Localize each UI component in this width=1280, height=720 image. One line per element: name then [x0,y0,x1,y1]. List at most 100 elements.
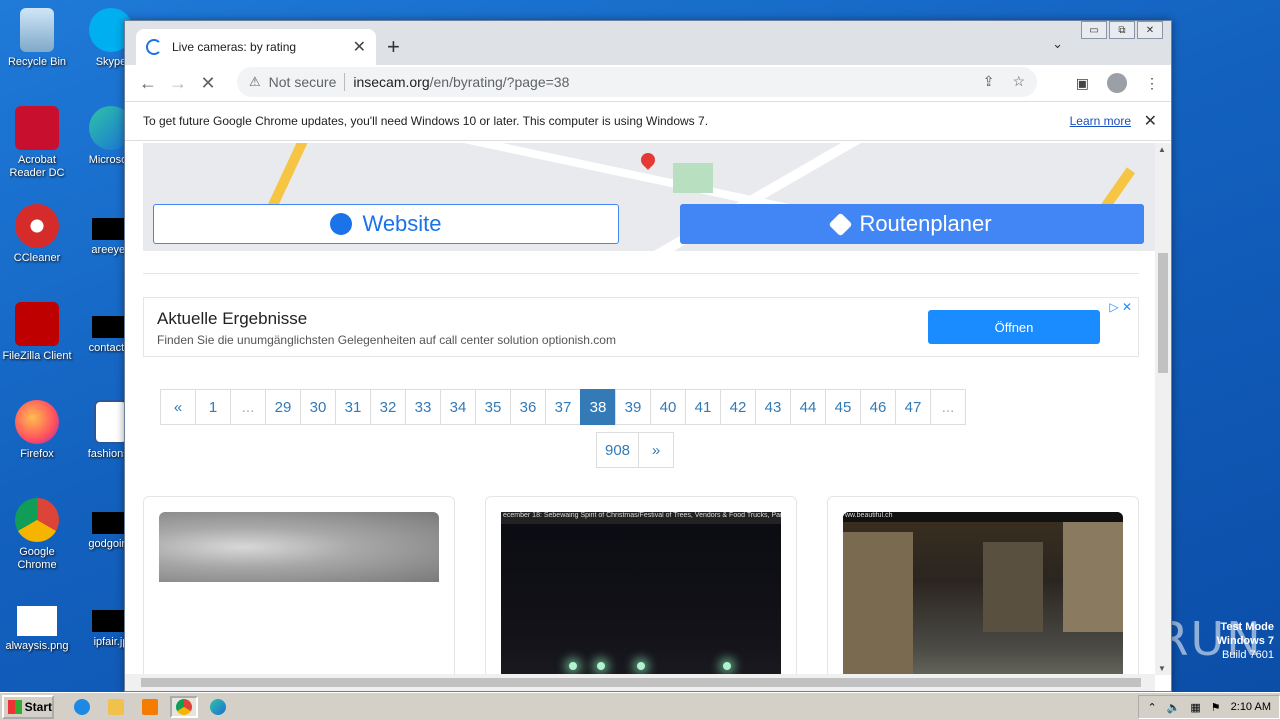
minimize-button[interactable]: ▭ [1081,21,1107,39]
page-link-46[interactable]: 46 [860,389,896,425]
bookmark-star-icon[interactable]: ☆ [1012,73,1025,90]
taskbar-explorer[interactable] [102,696,130,718]
desktop-icon-recycle-bin[interactable]: Recycle Bin [0,8,74,69]
page-link-41[interactable]: 41 [685,389,721,425]
desktop-icon-label: Google Chrome [17,546,57,571]
side-panel-icon[interactable]: ▣ [1076,75,1089,92]
page-link-29[interactable]: 29 [265,389,301,425]
url-path: /en/byrating/?page=38 [429,74,570,90]
directions-icon [828,211,853,237]
infobar-close-icon[interactable]: ✕ [1144,111,1157,131]
network-icon[interactable]: ▦ [1190,701,1200,714]
tray-expand-icon[interactable]: ⌃ [1147,701,1156,714]
route-planner-label: Routenplaner [859,211,992,236]
pagination-next-link[interactable]: » [638,432,675,468]
taskbar-edge[interactable] [204,696,232,718]
camera-thumbnail[interactable]: ecember 18: Sebewaing Spirit of Christma… [501,512,781,675]
scrollbar-thumb[interactable] [1158,253,1168,373]
website-button-label: Website [362,211,442,236]
page-link-44[interactable]: 44 [790,389,826,425]
volume-icon[interactable]: 🔈 [1167,701,1181,714]
map-road [266,143,310,212]
desktop-icon-ccleaner[interactable]: CCleaner [0,204,74,265]
new-tab-button[interactable]: + [387,34,400,60]
forward-button[interactable]: → [163,68,193,98]
camera-caption: ecember 18: Sebewaing Spirit of Christma… [501,512,781,524]
page-link-47[interactable]: 47 [895,389,931,425]
building-shape [843,532,913,675]
scrollbar-thumb[interactable] [141,678,1141,687]
adchoices-icon[interactable]: ▷ ✕ [1109,300,1132,314]
vertical-scrollbar[interactable]: ▲ ▼ [1155,143,1171,675]
not-secure-label[interactable]: Not secure [269,74,337,90]
taskbar-ie[interactable] [68,696,96,718]
map-pin-icon[interactable] [638,150,658,170]
omnibox-actions: ⇪ ☆ [983,73,1025,90]
desktop-icon-alwaysis[interactable]: alwaysis.png [0,596,74,653]
page-link-45[interactable]: 45 [825,389,861,425]
taskbar: Start ⌃ 🔈 ▦ ⚑ 2:10 AM [0,692,1280,720]
page-link-30[interactable]: 30 [300,389,336,425]
page-link-908[interactable]: 908 [596,432,640,468]
page-link-37[interactable]: 37 [545,389,581,425]
desktop-icon-chrome[interactable]: Google Chrome [0,498,74,572]
scroll-down-icon[interactable]: ▼ [1158,664,1166,673]
page-link-36[interactable]: 36 [510,389,546,425]
action-center-flag-icon[interactable]: ⚑ [1211,701,1221,714]
clock[interactable]: 2:10 AM [1231,701,1271,713]
stop-loading-button[interactable]: ✕ [193,68,223,98]
route-planner-button[interactable]: Routenplaner [680,204,1144,244]
camera-card[interactable]: ecember 18: Sebewaing Spirit of Christma… [485,496,797,675]
share-icon[interactable]: ⇪ [983,73,995,90]
address-bar[interactable]: ⚠ Not secure insecam.org/en/byrating/?pa… [237,67,1037,97]
map-park [673,163,713,193]
profile-avatar-icon[interactable] [1107,73,1127,93]
tab-close-icon[interactable]: ✕ [353,37,366,57]
page-link-35[interactable]: 35 [475,389,511,425]
media-player-icon [142,698,158,715]
page-link-32[interactable]: 32 [370,389,406,425]
page-link-42[interactable]: 42 [720,389,756,425]
desktop-icon-label: Firefox [20,448,54,460]
close-window-button[interactable]: ✕ [1137,21,1163,39]
page-viewport: Website Routenplaner Aktuelle Ergebnisse… [125,143,1155,675]
camera-thumbnail[interactable]: ww.beautiful.ch [843,512,1123,675]
restore-button[interactable]: ⧉ [1109,21,1135,39]
light-glow [597,662,605,670]
page-link-33[interactable]: 33 [405,389,441,425]
ad-headline[interactable]: Aktuelle Ergebnisse [157,309,307,329]
word-document-icon [94,400,128,444]
tab-live-cameras[interactable]: Live cameras: by rating ✕ [136,29,376,65]
taskbar-media-player[interactable] [136,696,164,718]
desktop-icon-firefox[interactable]: Firefox [0,400,74,461]
start-button[interactable]: Start [2,694,54,719]
scroll-up-icon[interactable]: ▲ [1158,145,1166,154]
camera-thumbnail[interactable] [159,512,439,582]
menu-kebab-icon[interactable]: ⋮ [1145,75,1159,92]
camera-card[interactable] [143,496,455,675]
desktop-icon-acrobat[interactable]: Acrobat Reader DC [0,106,74,180]
page-link-31[interactable]: 31 [335,389,371,425]
ad-open-button[interactable]: Öffnen [928,310,1100,344]
desktop-icon-label: Recycle Bin [7,56,67,68]
camera-card[interactable]: ww.beautiful.ch [827,496,1139,675]
page-link-1[interactable]: 1 [195,389,231,425]
tab-search-icon[interactable]: ⌄ [1052,36,1063,52]
page-link-40[interactable]: 40 [650,389,686,425]
ad-banner[interactable]: Aktuelle Ergebnisse Finden Sie die unumg… [143,297,1139,357]
firefox-icon [15,400,59,444]
toolbar: ← → ✕ ⚠ Not secure insecam.org/en/byrati… [125,65,1171,101]
learn-more-link[interactable]: Learn more [1070,114,1131,128]
pagination-prev-link[interactable]: « [160,389,196,425]
page-link-34[interactable]: 34 [440,389,476,425]
website-button[interactable]: Website [153,204,619,244]
page-link-active[interactable]: 38 [580,389,616,425]
start-label: Start [24,699,52,714]
horizontal-scrollbar[interactable] [125,674,1155,691]
back-button[interactable]: ← [133,68,163,98]
desktop-icon-filezilla[interactable]: FileZilla Client [0,302,74,363]
page-link-39[interactable]: 39 [615,389,651,425]
map-embed[interactable]: Website Routenplaner [143,143,1155,251]
page-link-43[interactable]: 43 [755,389,791,425]
taskbar-chrome[interactable] [170,695,198,718]
